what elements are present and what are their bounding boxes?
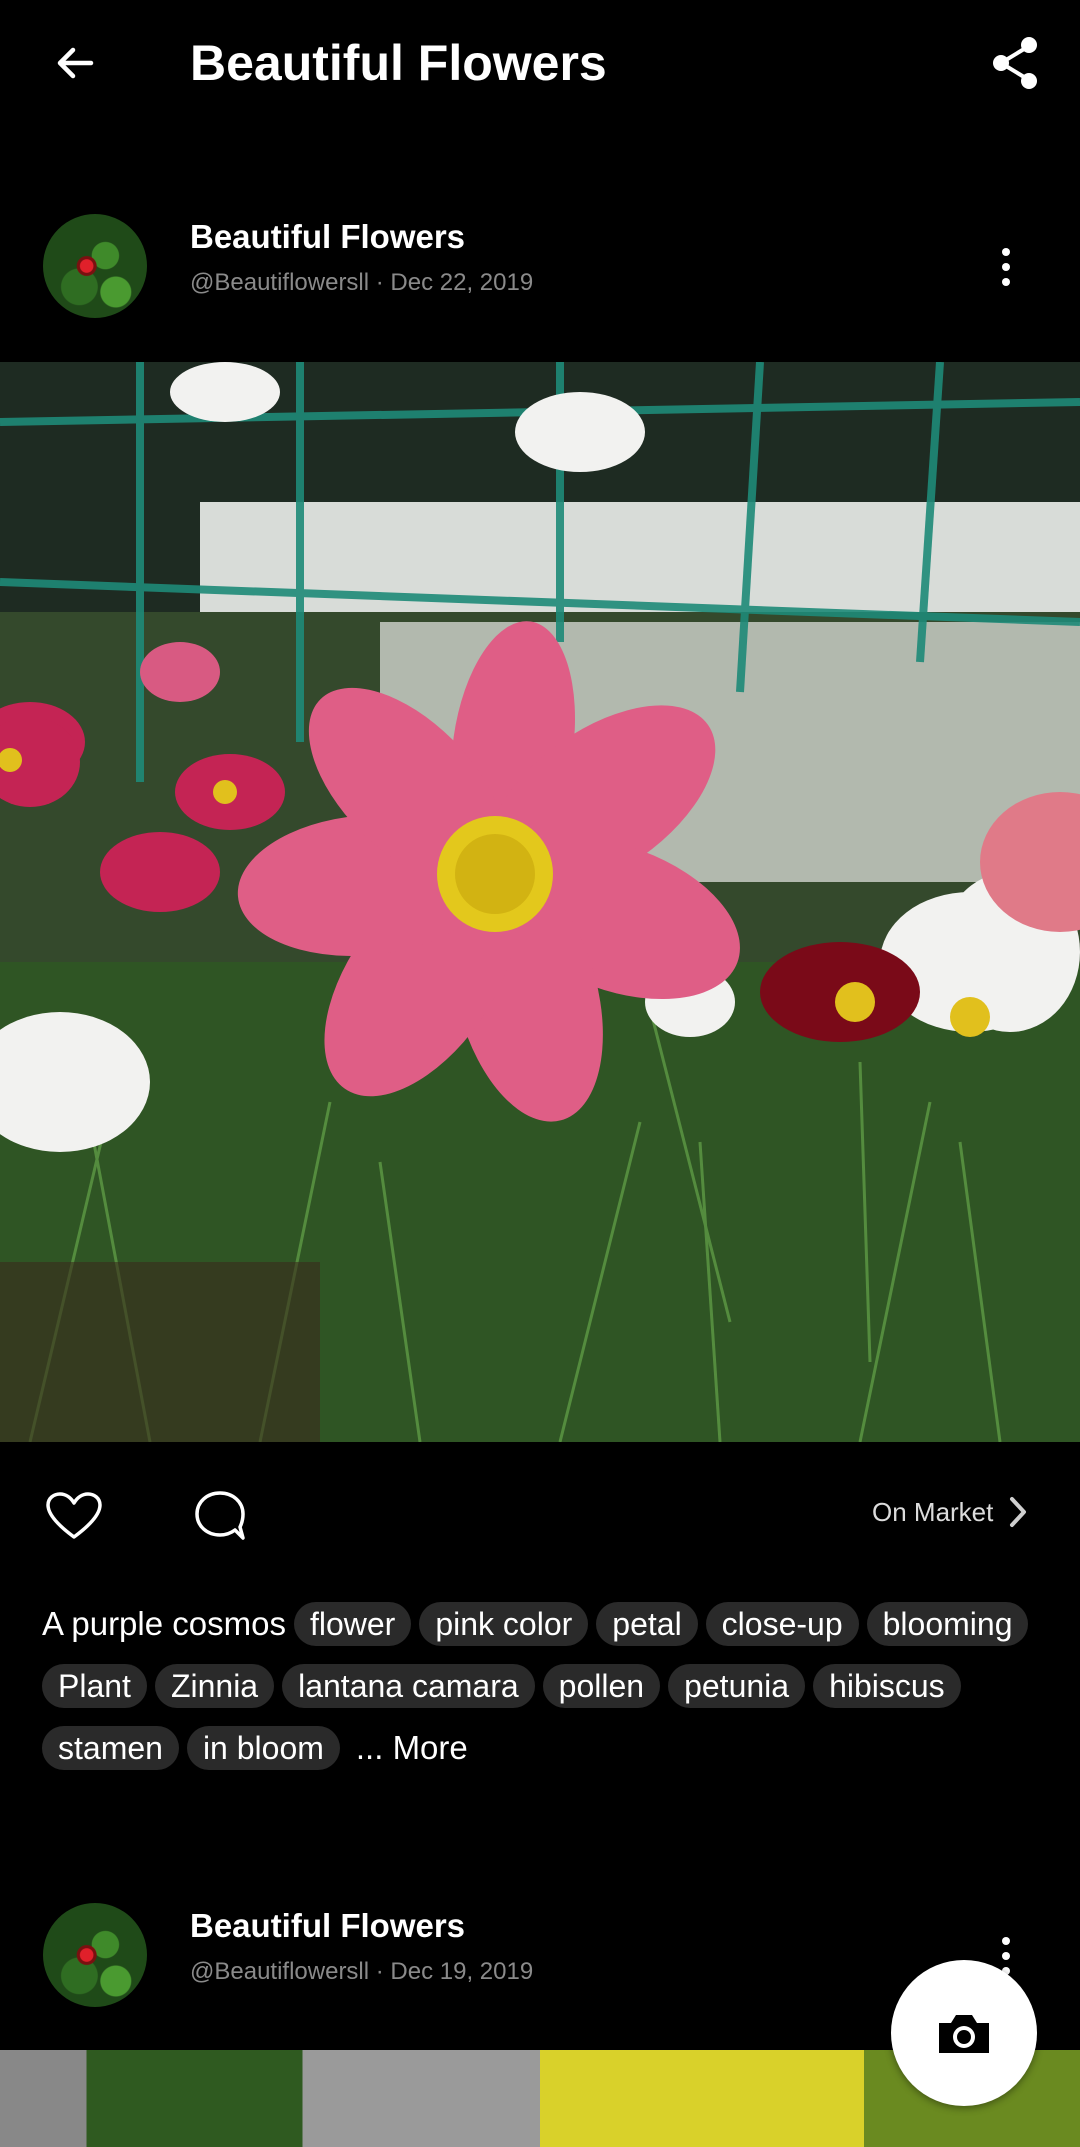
post-author[interactable]: Beautiful Flowers: [190, 1907, 465, 1945]
post-options-button[interactable]: [986, 237, 1026, 297]
tag-chip[interactable]: Zinnia: [154, 1664, 275, 1708]
comment-button[interactable]: [184, 1486, 256, 1546]
share-button[interactable]: [980, 28, 1050, 98]
camera-fab-button[interactable]: [891, 1960, 1037, 2106]
share-icon: [993, 37, 1037, 89]
tag-chip[interactable]: stamen: [42, 1726, 179, 1770]
tag-list: A purple cosmos flower pink color petal …: [42, 1596, 1042, 1776]
comment-icon: [195, 1491, 245, 1540]
tag-chip[interactable]: pink color: [419, 1602, 589, 1646]
post-meta: @Beautiflowersll · Dec 22, 2019: [190, 269, 534, 296]
tag-chip[interactable]: pollen: [542, 1664, 661, 1708]
tag-chip[interactable]: blooming: [866, 1602, 1029, 1646]
avatar[interactable]: [43, 214, 147, 318]
back-button[interactable]: [40, 28, 110, 98]
on-market-link[interactable]: On Market: [872, 1496, 1027, 1528]
more-tags-link[interactable]: ... More: [356, 1720, 468, 1776]
tag-chip[interactable]: petal: [596, 1602, 698, 1646]
more-vertical-icon: [1002, 1937, 1010, 1945]
caption-text: A purple cosmos: [42, 1605, 286, 1642]
post-photo[interactable]: [0, 362, 1080, 1442]
heart-icon: [46, 1492, 102, 1539]
avatar[interactable]: [43, 1903, 147, 2007]
post-meta: @Beautiflowersll · Dec 19, 2019: [190, 1958, 534, 1985]
on-market-label: On Market: [872, 1496, 994, 1527]
like-button[interactable]: [38, 1486, 110, 1546]
tag-chip[interactable]: lantana camara: [282, 1664, 535, 1708]
tag-chip[interactable]: petunia: [668, 1664, 806, 1708]
app-bar: Beautiful Flowers: [0, 0, 1080, 130]
tag-chip[interactable]: in bloom: [186, 1726, 340, 1770]
camera-icon: [939, 2015, 989, 2053]
tag-chip[interactable]: hibiscus: [813, 1664, 961, 1708]
tag-chip[interactable]: Plant: [42, 1664, 147, 1708]
arrow-left-icon: [57, 47, 94, 79]
tag-chip[interactable]: flower: [293, 1602, 412, 1646]
flower-photo-illustration: [0, 362, 1080, 1442]
tag-chip[interactable]: close-up: [705, 1602, 859, 1646]
page-title: Beautiful Flowers: [190, 35, 607, 91]
chevron-right-icon: [1010, 1497, 1027, 1527]
post-caption: A purple cosmos flower pink color petal …: [42, 1596, 1042, 1776]
more-vertical-icon: [1002, 248, 1010, 256]
post-author[interactable]: Beautiful Flowers: [190, 218, 465, 256]
